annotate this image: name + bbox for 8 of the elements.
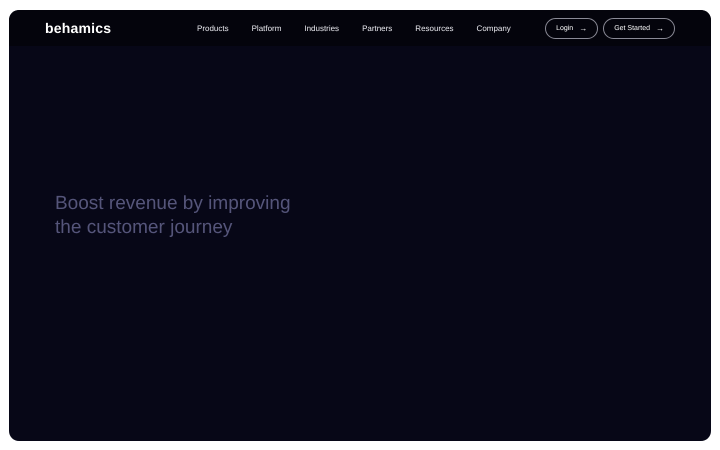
nav-link[interactable]: Platform [252,24,282,32]
hero-headline: Boost revenue by improving the customer journey [55,192,292,240]
nav-link[interactable]: Company [476,24,511,32]
nav-link[interactable]: Industries [304,24,340,32]
nav-link[interactable]: Partners [362,24,392,32]
logo: behamics [45,20,112,36]
nav-link[interactable]: Products [197,24,229,32]
nav-link[interactable]: Resources [415,24,454,32]
